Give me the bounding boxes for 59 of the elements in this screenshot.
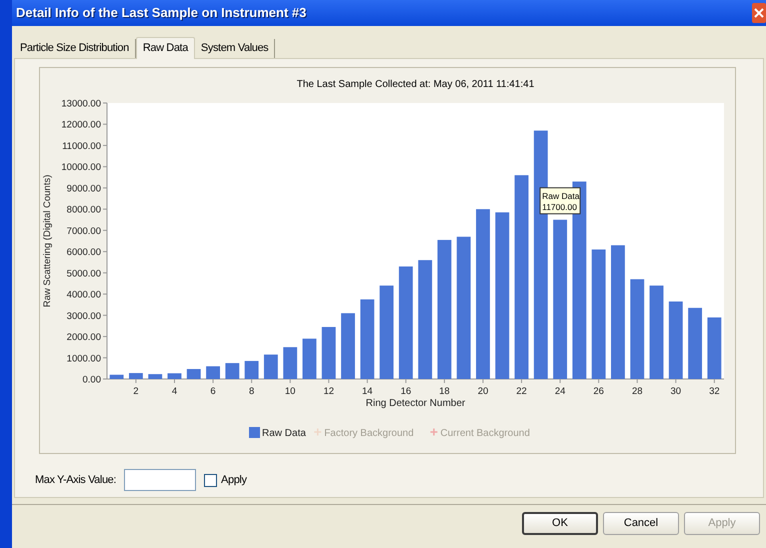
y-tick-label: 7000.00 — [66, 226, 101, 237]
bar — [341, 313, 355, 379]
x-tick-label: 20 — [478, 386, 488, 397]
legend-label: Raw Data — [262, 428, 306, 439]
window-title: Detail Info of the Last Sample on Instrument #3 — [15, 4, 306, 22]
x-tick-label: 14 — [362, 386, 373, 397]
x-tick-label: 28 — [632, 386, 643, 397]
bar — [322, 326, 336, 379]
x-tick-label: 30 — [670, 386, 682, 397]
y-tick-label: 10000.00 — [61, 162, 101, 174]
x-tick-label: 16 — [400, 386, 412, 397]
bar — [283, 347, 298, 379]
x-tick-label: 22 — [516, 386, 527, 397]
bar — [688, 308, 702, 379]
y-tick-label: 11000.00 — [62, 140, 101, 152]
apply-checkbox[interactable]: Apply — [204, 472, 247, 488]
x-tick-label: 26 — [593, 386, 604, 397]
x-tick-label: 4 — [172, 386, 178, 397]
x-tick-label: 8 — [248, 386, 254, 397]
x-axis-title: Ring Detector Number — [366, 398, 466, 409]
bar — [707, 317, 722, 379]
bar — [244, 360, 259, 379]
bar — [225, 363, 240, 379]
y-tick-label: 13000.00 — [61, 98, 101, 110]
max-y-label: Max Y-Axis Value: — [35, 472, 116, 488]
tab[interactable]: Raw Data — [136, 37, 195, 59]
x-tick-label: 24 — [554, 386, 566, 397]
x-tick-label: 32 — [709, 386, 720, 397]
x-tick-label: 10 — [284, 386, 296, 397]
x-tick-label: 2 — [133, 386, 139, 397]
y-tick-label: 9000.00 — [66, 183, 101, 194]
bar — [148, 374, 162, 379]
legend-label: Current Background — [440, 428, 530, 439]
y-tick-label: 3000.00 — [66, 310, 101, 322]
y-tick-label: 4000.00 — [66, 290, 101, 301]
chart-title: The Last Sample Collected at: May 06, 2011 11:41:41 — [296, 79, 534, 90]
y-tick-label: 6000.00 — [66, 247, 101, 258]
y-tick-label: 0.00 — [82, 374, 101, 386]
bar — [302, 338, 316, 379]
dialog-button[interactable]: Cancel — [603, 512, 679, 535]
y-tick-label: 12000.00 — [61, 120, 101, 131]
close-icon[interactable] — [752, 3, 766, 23]
x-tick-label: 6 — [210, 386, 216, 397]
bar — [110, 374, 124, 379]
bar — [128, 373, 143, 379]
bar — [206, 366, 220, 379]
dialog-button[interactable]: OK — [522, 512, 598, 535]
bar — [186, 369, 201, 379]
y-tick-label: 1000.00 — [66, 353, 101, 364]
legend-label: Factory Background — [324, 428, 414, 439]
x-tick-label: 18 — [439, 386, 450, 397]
y-axis-title: Raw Scattering (Digital Counts) — [42, 174, 53, 308]
tooltip: Raw Data 11700.00 — [540, 187, 581, 214]
max-y-input[interactable] — [124, 469, 196, 491]
y-tick-label: 2000.00 — [66, 332, 101, 344]
bar — [264, 354, 278, 379]
y-tick-label: 8000.00 — [66, 204, 101, 216]
x-tick-label: 12 — [323, 386, 334, 397]
y-tick-label: 5000.00 — [66, 268, 101, 280]
